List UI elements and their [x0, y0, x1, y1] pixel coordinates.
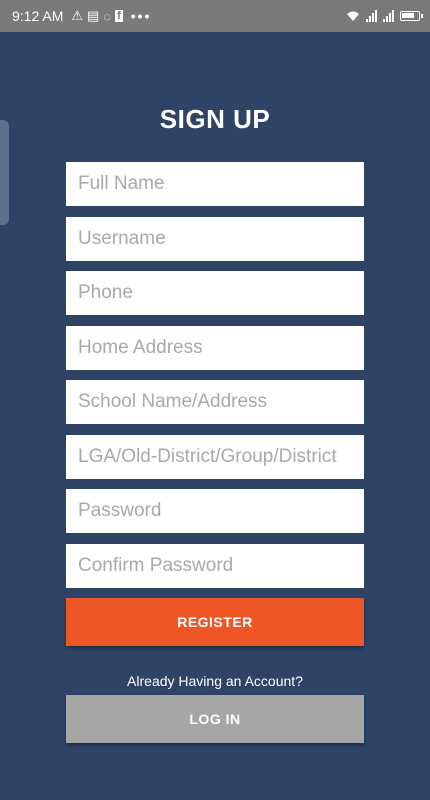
battery-icon: [400, 11, 423, 21]
signal-icon: [366, 10, 377, 22]
warning-icon: ⚠: [71, 8, 84, 23]
wifi-icon: [347, 11, 359, 21]
signal-icon: [383, 10, 394, 22]
login-button[interactable]: LOG IN: [66, 695, 364, 743]
confirm-password-input[interactable]: [66, 543, 364, 588]
edge-panel-handle[interactable]: [0, 120, 9, 225]
whatsapp-icon: ◌: [103, 8, 112, 24]
account-prompt: Already Having an Account?: [127, 673, 303, 689]
notification-icons: ⚠ ▤ ◌ f: [71, 8, 123, 24]
register-button[interactable]: REGISTER: [66, 598, 364, 646]
password-input[interactable]: [66, 489, 364, 533]
facebook-icon: f: [115, 10, 123, 22]
status-time: 9:12 AM: [12, 8, 64, 24]
page-title: SIGN UP: [159, 104, 271, 134]
status-right: [346, 10, 423, 22]
status-left: 9:12 AM ⚠ ▤ ◌ f •••: [12, 8, 151, 24]
school-address-input[interactable]: [66, 380, 364, 424]
status-bar: 9:12 AM ⚠ ▤ ◌ f •••: [0, 0, 430, 32]
phone-input[interactable]: [66, 271, 364, 315]
signup-form: [66, 162, 364, 598]
full-name-input[interactable]: [66, 162, 364, 206]
username-input[interactable]: [66, 216, 364, 261]
lga-district-input[interactable]: [66, 434, 364, 479]
message-icon: ▤: [87, 8, 100, 23]
home-address-input[interactable]: [66, 325, 364, 370]
more-notifications-indicator: •••: [130, 8, 152, 24]
